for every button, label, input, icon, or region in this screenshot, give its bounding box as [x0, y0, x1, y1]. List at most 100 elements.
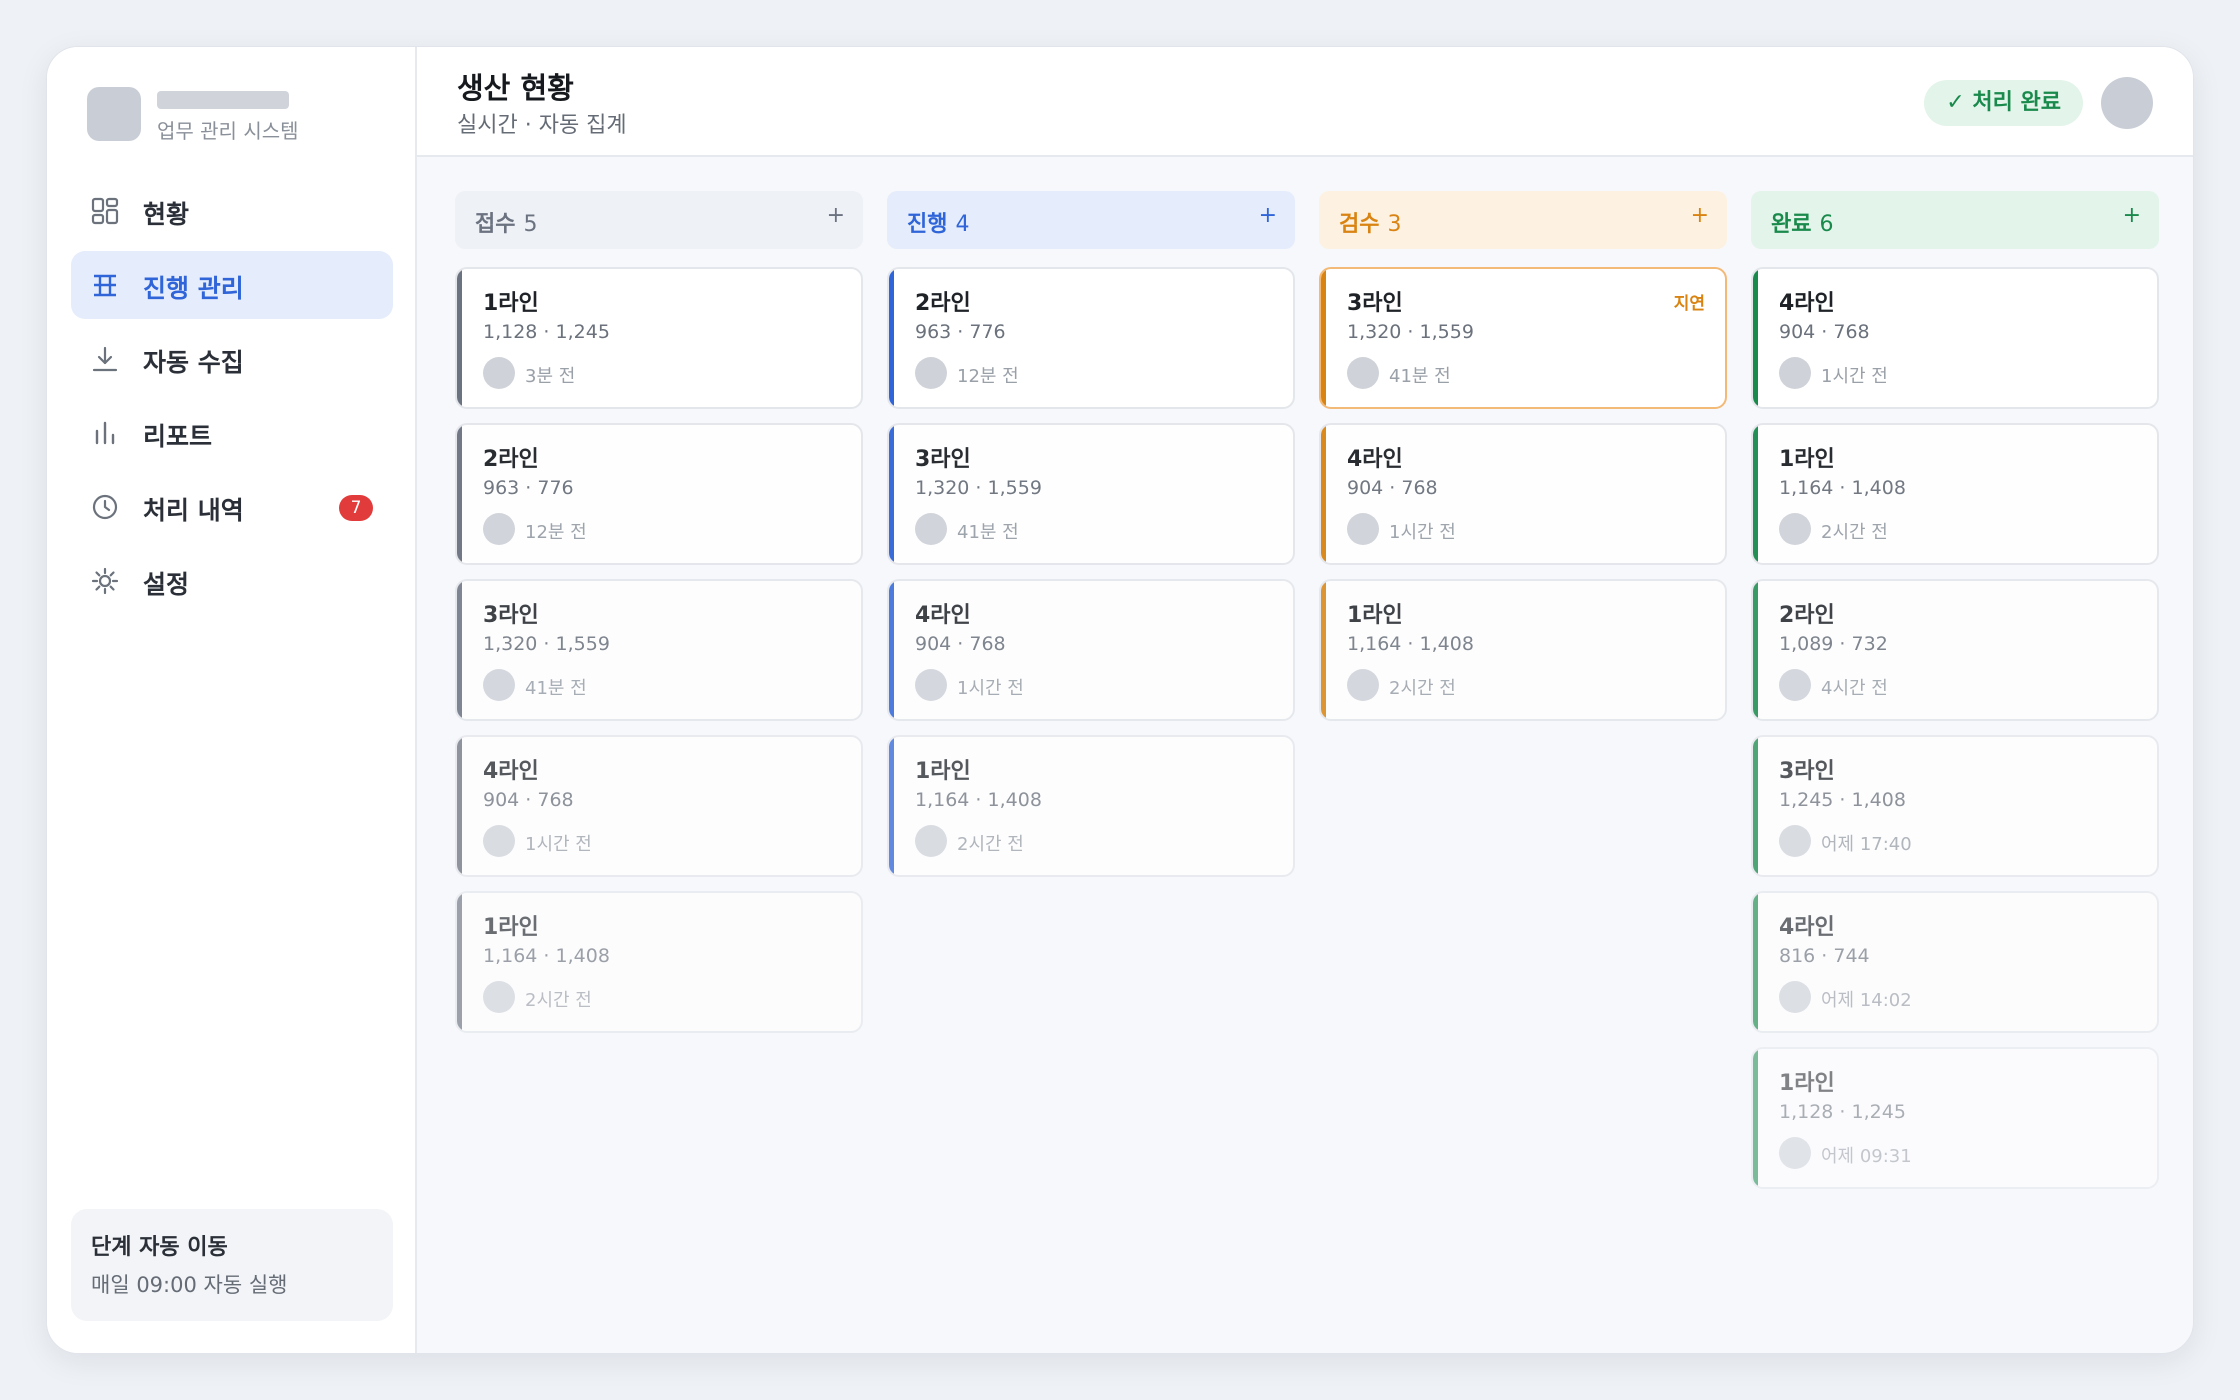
card-title: 4라인	[1779, 915, 1835, 940]
card-timestamp: 12분 전	[525, 522, 587, 543]
task-card[interactable]: 2라인 1,089 · 732 4시간 전	[1751, 579, 2159, 721]
sidebar-item-settings[interactable]: 설정	[71, 547, 393, 615]
card-title: 1라인	[1779, 1071, 1835, 1096]
card-values: 904 · 768	[483, 789, 574, 811]
sidebar-item-label: 설정	[143, 570, 190, 599]
card-values: 904 · 768	[915, 633, 1006, 655]
column-title-text: 접수	[475, 212, 516, 237]
card-accent-bar	[457, 269, 462, 407]
avatar[interactable]	[2101, 77, 2153, 129]
card-timestamp: 41분 전	[957, 522, 1019, 543]
task-card[interactable]: 4라인 904 · 768 1시간 전	[887, 579, 1295, 721]
board-icon	[91, 271, 119, 299]
card-accent-bar	[889, 737, 894, 875]
card-accent-bar	[1321, 425, 1326, 563]
card-values: 1,164 · 1,408	[1347, 633, 1474, 655]
assignee-avatar	[1779, 1137, 1811, 1169]
task-card[interactable]: 1라인 1,164 · 1,408 2시간 전	[887, 735, 1295, 877]
sidebar-item-label: 리포트	[143, 422, 213, 451]
card-timestamp: 2시간 전	[1821, 522, 1888, 543]
column-title: 완료 6	[1771, 206, 1833, 238]
app-window: 업무 관리 시스템 현황 진행 관리 자동 수집 리포트 처리 내역 7 설정 …	[46, 46, 2194, 1354]
task-card[interactable]: 4라인 816 · 744 어제 14:02	[1751, 891, 2159, 1033]
card-accent-bar	[457, 425, 462, 563]
column-title: 접수 5	[475, 206, 537, 238]
chart-icon	[91, 419, 119, 447]
task-card[interactable]: 4라인 904 · 768 1시간 전	[1319, 423, 1727, 565]
column-count: 5	[523, 212, 538, 237]
assignee-avatar	[1779, 669, 1811, 701]
clock-icon	[91, 493, 119, 521]
sidebar-item-history[interactable]: 처리 내역 7	[71, 473, 393, 541]
task-card[interactable]: 3라인 1,245 · 1,408 어제 17:40	[1751, 735, 2159, 877]
task-card[interactable]: 3라인 1,320 · 1,559 41분 전	[887, 423, 1295, 565]
auto-move-title: 단계 자동 이동	[91, 1235, 228, 1260]
task-card[interactable]: 1라인 1,164 · 1,408 2시간 전	[1751, 423, 2159, 565]
column-count: 3	[1387, 212, 1402, 237]
auto-move-card[interactable]: 단계 자동 이동 매일 09:00 자동 실행	[71, 1209, 393, 1321]
card-timestamp: 어제 09:31	[1821, 1146, 1912, 1167]
board-column: 검수 3 +3라인 지연 1,320 · 1,559 41분 전 4라인 904 · 768 1…	[1319, 191, 1727, 721]
board-column: 완료 6 +4라인 904 · 768 1시간 전 1라인 1,164 · 1,408 2시간…	[1751, 191, 2159, 1189]
card-timestamp: 3분 전	[525, 366, 576, 387]
card-values: 904 · 768	[1779, 321, 1870, 343]
card-timestamp: 1시간 전	[1821, 366, 1888, 387]
task-card[interactable]: 1라인 1,128 · 1,245 어제 09:31	[1751, 1047, 2159, 1189]
card-timestamp: 12분 전	[957, 366, 1019, 387]
card-timestamp: 1시간 전	[1389, 522, 1456, 543]
assignee-avatar	[915, 669, 947, 701]
column-header: 접수 5 +	[455, 191, 863, 249]
brand-subtitle: 업무 관리 시스템	[157, 119, 299, 143]
sidebar-item-report[interactable]: 리포트	[71, 399, 393, 467]
sidebar-item-auto-collect[interactable]: 자동 수집	[71, 325, 393, 393]
status-badge: ✓ 처리 완료	[1924, 80, 2083, 126]
board-column: 접수 5 +1라인 1,128 · 1,245 3분 전 2라인 963 · 776 12분 …	[455, 191, 863, 1033]
card-timestamp: 1시간 전	[957, 678, 1024, 699]
dashboard-icon	[91, 197, 119, 225]
task-card[interactable]: 4라인 904 · 768 1시간 전	[1751, 267, 2159, 409]
add-card-button[interactable]: +	[827, 203, 845, 228]
card-title: 1라인	[915, 759, 971, 784]
card-title: 2라인	[1779, 603, 1835, 628]
sidebar-item-dashboard[interactable]: 현황	[71, 177, 393, 245]
board-column: 진행 4 +2라인 963 · 776 12분 전 3라인 1,320 · 1,559 41분…	[887, 191, 1295, 877]
task-card[interactable]: 4라인 904 · 768 1시간 전	[455, 735, 863, 877]
assignee-avatar	[1779, 513, 1811, 545]
task-card[interactable]: 1라인 1,164 · 1,408 2시간 전	[1319, 579, 1727, 721]
card-accent-bar	[1753, 893, 1758, 1031]
card-values: 1,320 · 1,559	[1347, 321, 1474, 343]
column-title-text: 검수	[1339, 212, 1380, 237]
task-card[interactable]: 2라인 963 · 776 12분 전	[887, 267, 1295, 409]
card-accent-bar	[889, 425, 894, 563]
card-accent-bar	[1321, 581, 1326, 719]
card-timestamp: 2시간 전	[957, 834, 1024, 855]
card-values: 963 · 776	[915, 321, 1006, 343]
card-timestamp: 41분 전	[1389, 366, 1451, 387]
card-title: 4라인	[1779, 291, 1835, 316]
assignee-avatar	[1779, 981, 1811, 1013]
column-header: 검수 3 +	[1319, 191, 1727, 249]
card-values: 1,320 · 1,559	[915, 477, 1042, 499]
sidebar-item-progress[interactable]: 진행 관리	[71, 251, 393, 319]
card-accent-bar	[889, 581, 894, 719]
card-accent-bar	[457, 737, 462, 875]
assignee-avatar	[1347, 669, 1379, 701]
assignee-avatar	[1779, 357, 1811, 389]
task-card[interactable]: 3라인 지연 1,320 · 1,559 41분 전	[1319, 267, 1727, 409]
column-title: 검수 3	[1339, 206, 1401, 238]
task-card[interactable]: 3라인 1,320 · 1,559 41분 전	[455, 579, 863, 721]
card-title: 1라인	[1779, 447, 1835, 472]
add-card-button[interactable]: +	[2123, 203, 2141, 228]
task-card[interactable]: 1라인 1,164 · 1,408 2시간 전	[455, 891, 863, 1033]
brand-logo	[87, 87, 141, 141]
card-values: 1,128 · 1,245	[483, 321, 610, 343]
add-card-button[interactable]: +	[1259, 203, 1277, 228]
card-values: 1,245 · 1,408	[1779, 789, 1906, 811]
card-accent-bar	[457, 893, 462, 1031]
task-card[interactable]: 2라인 963 · 776 12분 전	[455, 423, 863, 565]
task-card[interactable]: 1라인 1,128 · 1,245 3분 전	[455, 267, 863, 409]
add-card-button[interactable]: +	[1691, 203, 1709, 228]
sidebar-item-label: 현황	[143, 200, 190, 229]
column-title-text: 완료	[1771, 212, 1812, 237]
assignee-avatar	[483, 825, 515, 857]
